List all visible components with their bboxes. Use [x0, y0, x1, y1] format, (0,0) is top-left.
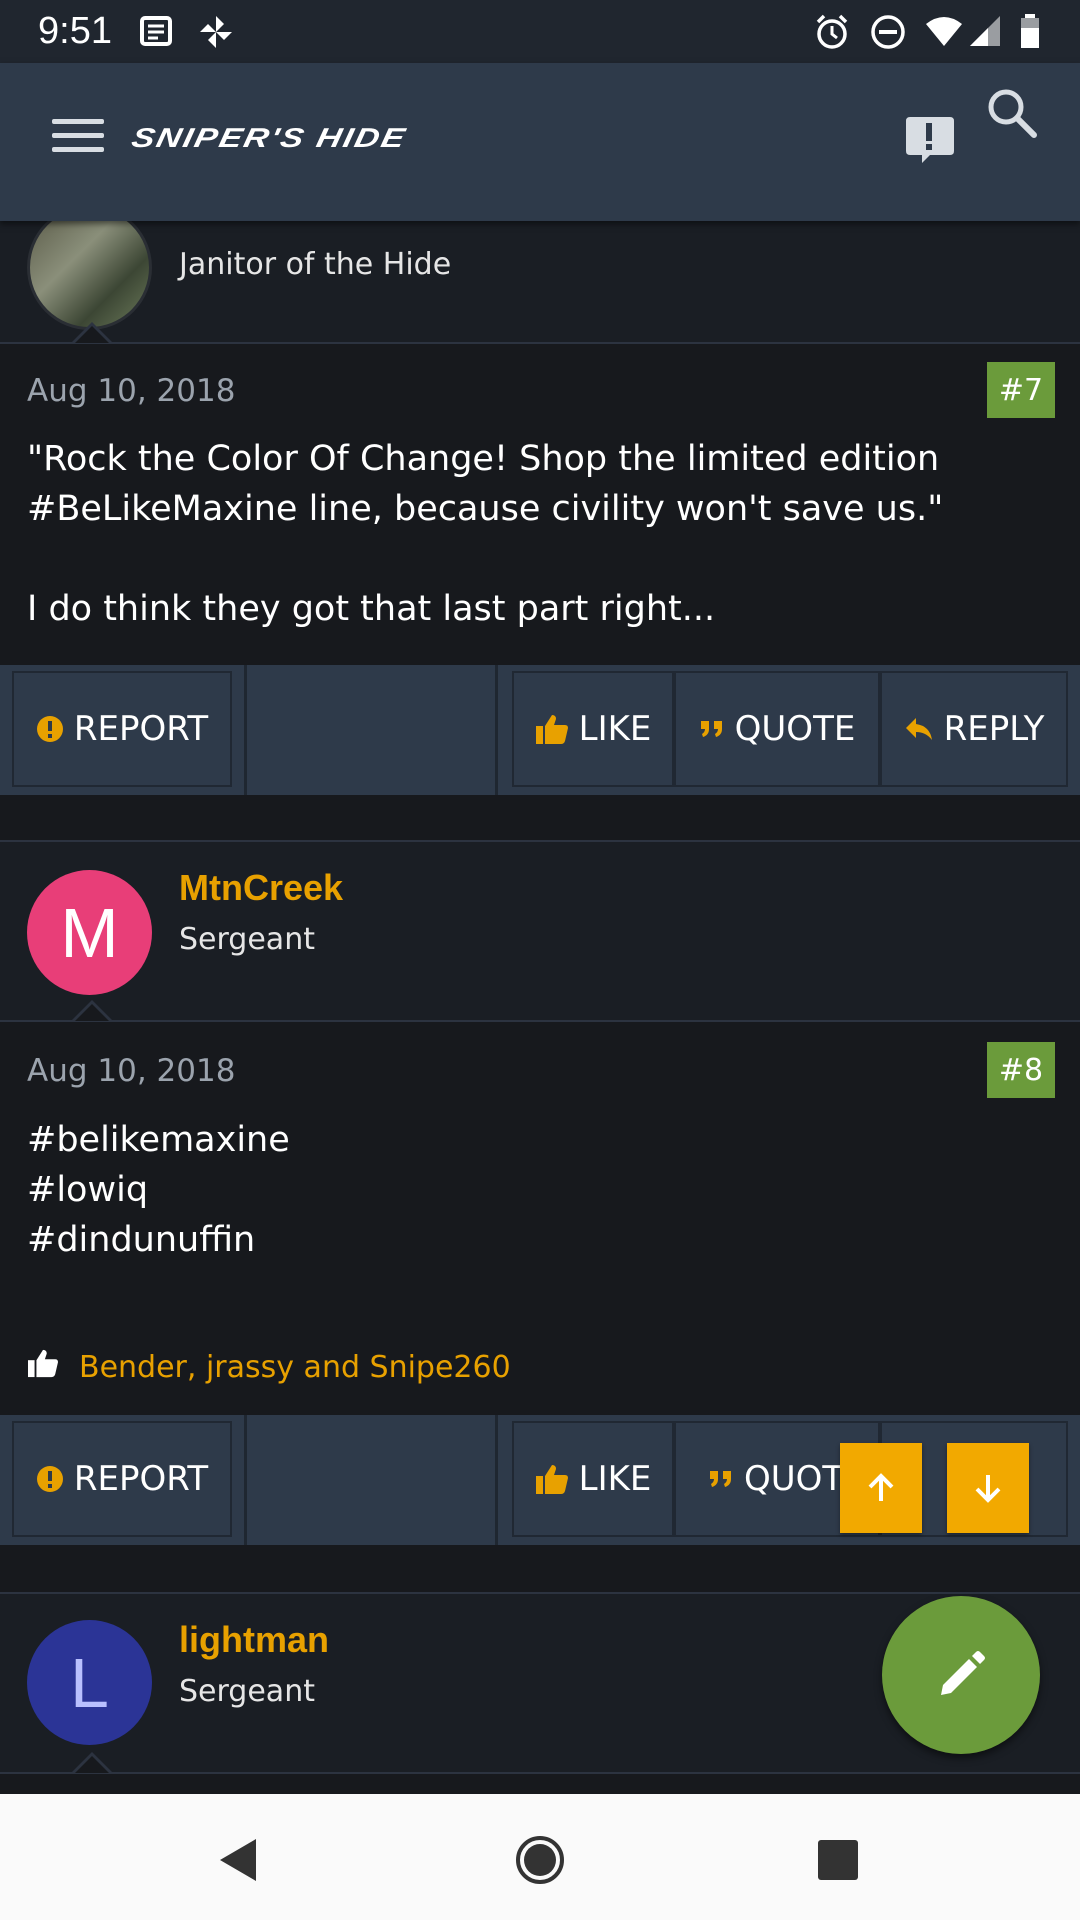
avatar[interactable]: M [27, 870, 152, 995]
scroll-up-button[interactable] [840, 1443, 922, 1533]
system-nav-bar [0, 1794, 1080, 1920]
avatar-letter: M [60, 893, 119, 972]
wifi-icon [926, 17, 962, 46]
thumbs-up-icon [27, 1348, 59, 1386]
author-title: Sergeant [179, 922, 315, 957]
author-title: Sergeant [179, 1674, 315, 1709]
separator [244, 1415, 247, 1545]
home-icon [516, 1836, 564, 1884]
avatar[interactable]: L [27, 1620, 152, 1745]
divider [0, 1772, 1080, 1774]
like-label: LIKE [578, 1459, 652, 1499]
menu-icon[interactable] [52, 119, 104, 159]
news-icon [140, 16, 172, 46]
author-title: Janitor of the Hide [179, 247, 452, 282]
do-not-disturb-icon [871, 15, 905, 49]
quote-label: QUOT [744, 1459, 844, 1499]
arrow-up-icon [868, 1473, 894, 1501]
reply-label: REPLY [943, 709, 1045, 749]
reply-button[interactable]: REPLY [880, 671, 1068, 787]
post-number[interactable]: #8 [987, 1042, 1055, 1098]
avatar-pointer-inner [75, 1004, 109, 1021]
report-button[interactable]: REPORT [12, 671, 232, 787]
warning-icon [36, 715, 64, 743]
post-date[interactable]: Aug 10, 2018 [27, 373, 235, 409]
status-time: 9:51 [38, 10, 112, 52]
quote-icon [708, 1467, 734, 1491]
quote-label: QUOTE [734, 709, 856, 749]
recents-icon [818, 1840, 858, 1880]
like-button[interactable]: LIKE [512, 1421, 674, 1537]
reply-icon [904, 716, 934, 742]
status-bar: 9:51 [0, 0, 1080, 63]
post-number[interactable]: #7 [987, 362, 1055, 418]
alarm-icon [816, 14, 848, 49]
back-icon [220, 1839, 256, 1881]
avatar[interactable] [27, 205, 152, 330]
divider [0, 342, 1080, 344]
separator [495, 665, 498, 795]
quote-icon [699, 717, 725, 741]
report-label: REPORT [73, 709, 209, 749]
post-author-block: Janitor of the Hide [0, 205, 1080, 342]
signal-icon [970, 16, 1000, 46]
warning-icon [36, 1465, 64, 1493]
home-button[interactable] [510, 1830, 570, 1890]
post-body: "Rock the Color Of Change! Shop the limi… [27, 439, 944, 629]
avatar-pointer-inner [75, 326, 109, 343]
back-button[interactable] [208, 1830, 268, 1890]
thumbs-up-icon [535, 1463, 569, 1495]
post-date[interactable]: Aug 10, 2018 [27, 1053, 235, 1089]
like-button[interactable]: LIKE [512, 671, 674, 787]
search-icon[interactable] [984, 85, 1040, 141]
recents-button[interactable] [808, 1830, 868, 1890]
post-actions: REPORT LIKE QUOTE REPLY [0, 665, 1080, 795]
thumbs-up-icon [535, 713, 569, 745]
post-author-block: M MtnCreek Sergeant [0, 842, 1080, 1020]
battery-icon [1021, 14, 1039, 48]
arrow-down-icon [975, 1475, 1001, 1503]
pencil-icon [941, 1651, 985, 1695]
author-name[interactable]: lightman [179, 1619, 329, 1661]
avatar-pointer-inner [75, 1756, 109, 1773]
like-label: LIKE [578, 709, 652, 749]
report-label: REPORT [73, 1459, 209, 1499]
scroll-down-button[interactable] [947, 1443, 1029, 1533]
compose-button[interactable] [882, 1596, 1040, 1754]
quote-button[interactable]: QUOTE [674, 671, 880, 787]
likers-list[interactable]: Bender, jrassy and Snipe260 [27, 1348, 511, 1386]
avatar-letter: L [70, 1643, 109, 1722]
report-button[interactable]: REPORT [12, 1421, 232, 1537]
separator [495, 1415, 498, 1545]
separator [244, 665, 247, 795]
app-header: SNIPER'S HIDE [0, 63, 1080, 221]
alert-icon[interactable] [900, 111, 956, 167]
site-logo[interactable]: SNIPER'S HIDE [129, 123, 409, 154]
likers-names[interactable]: Bender, jrassy and Snipe260 [79, 1350, 511, 1385]
post-body: #belikemaxine #lowiq #dindunuffin [27, 1120, 290, 1260]
pinwheel-icon [200, 16, 232, 48]
author-name[interactable]: MtnCreek [179, 867, 343, 909]
divider [0, 1020, 1080, 1022]
